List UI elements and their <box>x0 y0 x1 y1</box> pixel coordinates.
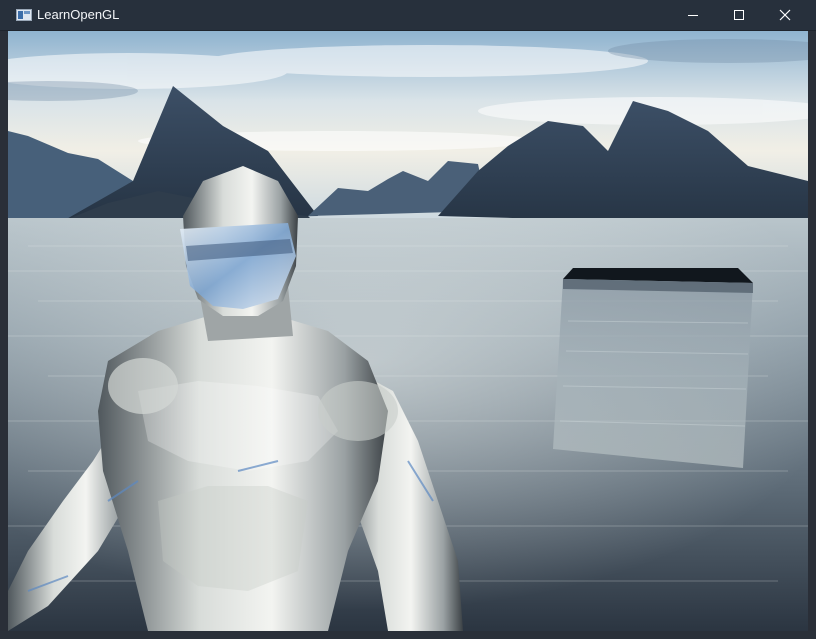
application-window: LearnOpenGL <box>0 0 816 639</box>
close-icon <box>779 9 791 21</box>
maximize-button[interactable] <box>716 0 762 30</box>
opengl-viewport[interactable] <box>8 31 808 631</box>
glass-cube <box>553 268 753 468</box>
minimize-button[interactable] <box>670 0 716 30</box>
maximize-icon <box>734 10 744 20</box>
window-title: LearnOpenGL <box>37 7 120 22</box>
window-bottom-edge <box>0 631 816 639</box>
title-bar[interactable]: LearnOpenGL <box>0 0 816 31</box>
app-window-icon <box>16 9 32 21</box>
minimize-icon <box>688 15 698 16</box>
close-button[interactable] <box>762 0 808 30</box>
render-scene <box>8 31 808 631</box>
